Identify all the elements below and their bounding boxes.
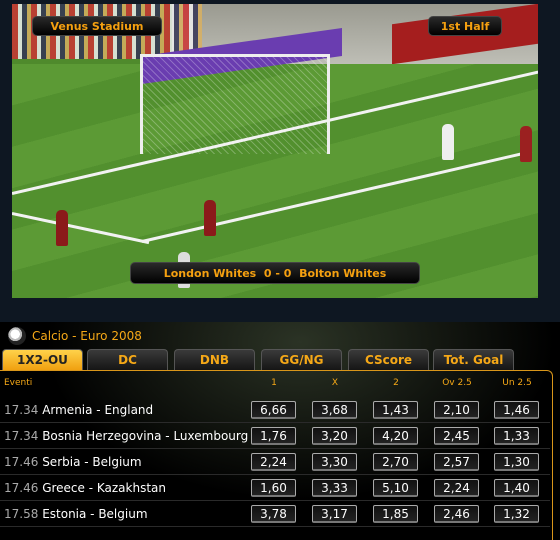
odds-button[interactable]: 2,24 <box>251 453 296 471</box>
table-row: 17.34 Armenia - England 6,66 3,68 1,43 2,10 1… <box>0 397 550 423</box>
table-row: 17.46 Greece - Kazakhstan 1,60 3,33 5,10 2,2… <box>0 475 550 501</box>
tab-1x2-ou[interactable]: 1X2-OU <box>2 349 83 370</box>
odds-button[interactable]: 2,10 <box>434 401 479 419</box>
section-header: Calcio - Euro 2008 <box>8 327 142 345</box>
odds-button[interactable]: 6,66 <box>251 401 296 419</box>
odds-button[interactable]: 1,30 <box>494 453 539 471</box>
player <box>204 200 216 236</box>
tab-tot-goal[interactable]: Tot. Goal <box>433 349 514 370</box>
soccer-ball-icon <box>8 327 26 345</box>
odds-button[interactable]: 2,45 <box>434 427 479 445</box>
header-un25: Un 2.5 <box>502 378 532 388</box>
event-time: 17.34 <box>4 403 39 417</box>
table-row: 17.46 Serbia - Belgium 2,24 3,30 2,70 2,57 1,… <box>0 449 550 475</box>
tab-gg-ng[interactable]: GG/NG <box>261 349 342 370</box>
odds-button[interactable]: 1,46 <box>494 401 539 419</box>
odds-button[interactable]: 1,60 <box>251 479 296 497</box>
event-time: 17.58 <box>4 507 39 521</box>
odds-button[interactable]: 3,78 <box>251 505 296 523</box>
header-ov25: Ov 2.5 <box>442 378 472 388</box>
event: 17.46 Greece - Kazakhstan <box>4 481 166 495</box>
odds-button[interactable]: 1,32 <box>494 505 539 523</box>
event: 17.46 Serbia - Belgium <box>4 455 142 469</box>
player <box>442 124 454 160</box>
event-time: 17.46 <box>4 455 39 469</box>
player <box>56 210 68 246</box>
section-title: Calcio - Euro 2008 <box>32 329 142 343</box>
header-x: X <box>331 378 339 388</box>
event-match: Greece - Kazakhstan <box>42 481 166 495</box>
odds-button[interactable]: 4,20 <box>373 427 418 445</box>
event-match: Serbia - Belgium <box>42 455 142 469</box>
header-2: 2 <box>393 378 399 388</box>
event: 17.58 Estonia - Belgium <box>4 507 148 521</box>
goal <box>140 54 330 154</box>
tab-cscore[interactable]: CScore <box>348 349 429 370</box>
odds-button[interactable]: 3,20 <box>312 427 357 445</box>
player <box>520 126 532 162</box>
event-match: Estonia - Belgium <box>42 507 148 521</box>
odds-button[interactable]: 1,43 <box>373 401 418 419</box>
betting-panel: Calcio - Euro 2008 1X2-OU DC DNB GG/NG C… <box>0 322 560 540</box>
event-match: Armenia - England <box>42 403 154 417</box>
odds-button[interactable]: 5,10 <box>373 479 418 497</box>
odds-button[interactable]: 3,68 <box>312 401 357 419</box>
odds-button[interactable]: 3,30 <box>312 453 357 471</box>
table-row: 17.34 Bosnia Herzegovina - Luxembourg 1,7… <box>0 423 550 449</box>
odds-button[interactable]: 3,33 <box>312 479 357 497</box>
odds-button[interactable]: 2,24 <box>434 479 479 497</box>
odds-button[interactable]: 2,70 <box>373 453 418 471</box>
table-row: 17.58 Estonia - Belgium 3,78 3,17 1,85 2,46 1… <box>0 501 550 527</box>
tab-dnb[interactable]: DNB <box>174 349 255 370</box>
odds-button[interactable]: 1,40 <box>494 479 539 497</box>
match-video[interactable]: Venus Stadium 1st Half London Whites 0 -… <box>12 4 538 298</box>
event-match: Bosnia Herzegovina - Luxembourg <box>42 429 249 443</box>
period-label: 1st Half <box>428 16 502 36</box>
event-time: 17.46 <box>4 481 39 495</box>
video-area: Venus Stadium 1st Half London Whites 0 -… <box>0 0 560 322</box>
event: 17.34 Armenia - England <box>4 403 153 417</box>
header-eventi: Eventi <box>4 378 33 388</box>
odds-button[interactable]: 2,57 <box>434 453 479 471</box>
event: 17.34 Bosnia Herzegovina - Luxembourg <box>4 429 248 443</box>
header-1: 1 <box>271 378 277 388</box>
odds-button[interactable]: 1,76 <box>251 427 296 445</box>
event-time: 17.34 <box>4 429 39 443</box>
stadium-label: Venus Stadium <box>32 16 162 36</box>
odds-table: Eventi 1 X 2 Ov 2.5 Un 2.5 17.34 Armenia… <box>0 370 553 540</box>
odds-button[interactable]: 1,85 <box>373 505 418 523</box>
tab-dc[interactable]: DC <box>87 349 168 370</box>
odds-button[interactable]: 1,33 <box>494 427 539 445</box>
odds-button[interactable]: 2,46 <box>434 505 479 523</box>
odds-button[interactable]: 3,17 <box>312 505 357 523</box>
scoreboard: London Whites 0 - 0 Bolton Whites <box>130 262 420 284</box>
